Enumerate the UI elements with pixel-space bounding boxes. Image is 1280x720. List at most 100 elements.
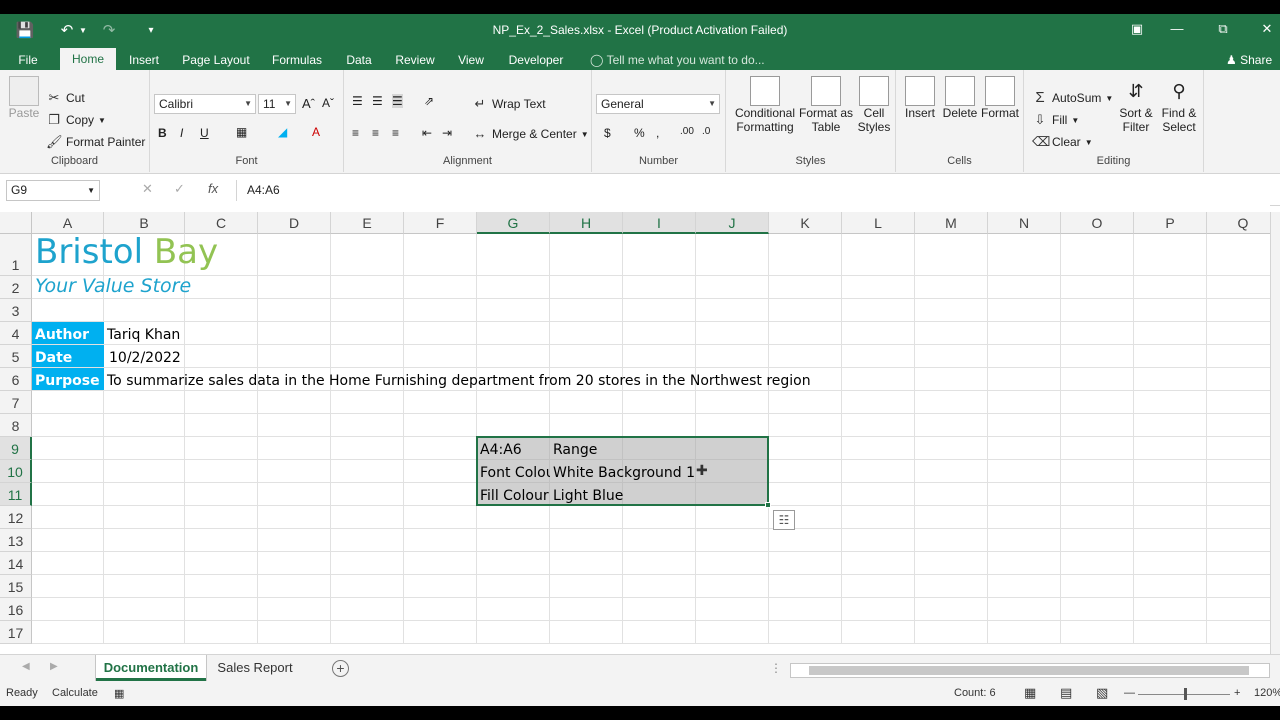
font-color-icon[interactable]: A: [312, 125, 320, 139]
tell-me-search[interactable]: ◯ Tell me what you want to do...: [590, 50, 765, 70]
orientation-icon[interactable]: ⇗: [424, 94, 434, 108]
row-header-13[interactable]: 13: [0, 529, 32, 552]
wrap-text-button[interactable]: ↵ Wrap Text: [472, 96, 546, 112]
column-header-q[interactable]: Q: [1207, 212, 1270, 234]
macro-record-icon[interactable]: ▦: [114, 687, 124, 700]
cell-h10[interactable]: White Background 1: [550, 460, 769, 482]
cell-styles-button[interactable]: Cell Styles: [854, 76, 894, 134]
zoom-slider-thumb[interactable]: [1184, 688, 1187, 700]
tab-home[interactable]: Home: [60, 48, 116, 70]
increase-decimal-icon[interactable]: .00: [680, 126, 694, 137]
column-header-i[interactable]: I: [623, 212, 696, 234]
cell-h9[interactable]: Range: [550, 437, 769, 459]
formula-input[interactable]: A4:A6: [236, 180, 1276, 201]
column-header-a[interactable]: A: [32, 212, 104, 234]
tab-view[interactable]: View: [450, 50, 492, 70]
column-header-n[interactable]: N: [988, 212, 1061, 234]
cell-b6-purpose[interactable]: To summarize sales data in the Home Furn…: [104, 368, 1004, 390]
row-header-7[interactable]: 7: [0, 391, 32, 414]
cancel-icon[interactable]: ✕: [142, 181, 153, 197]
tab-file[interactable]: File: [8, 50, 48, 70]
cell-a6-purpose-label[interactable]: Purpose: [32, 368, 104, 390]
scroll-right-icon[interactable]: ▶: [50, 661, 58, 672]
increase-font-icon[interactable]: Aˆ: [302, 96, 315, 111]
column-header-j[interactable]: J: [696, 212, 769, 234]
clear-button[interactable]: ⌫ Clear ▼: [1032, 134, 1093, 150]
column-header-m[interactable]: M: [915, 212, 988, 234]
tab-insert[interactable]: Insert: [122, 50, 166, 70]
scrollbar-thumb[interactable]: [809, 666, 1249, 675]
percent-icon[interactable]: %: [634, 126, 645, 140]
row-header-16[interactable]: 16: [0, 598, 32, 621]
cell-a2-subtitle[interactable]: Your Value Store: [32, 276, 932, 298]
cut-button[interactable]: ✂ Cut: [46, 90, 85, 106]
normal-view-icon[interactable]: ▦: [1024, 685, 1036, 701]
calculate-button[interactable]: Calculate: [52, 687, 98, 699]
decrease-decimal-icon[interactable]: .0: [702, 126, 710, 137]
cell-g9[interactable]: A4:A6: [477, 437, 550, 459]
row-header-17[interactable]: 17: [0, 621, 32, 644]
row-header-12[interactable]: 12: [0, 506, 32, 529]
underline-button[interactable]: U: [200, 126, 209, 140]
font-name-dropdown[interactable]: Calibri ▼: [154, 94, 256, 114]
cell-h11[interactable]: Light Blue: [550, 483, 769, 505]
ribbon-display-icon[interactable]: ▣: [1126, 21, 1148, 39]
cell-b4-author[interactable]: Tariq Khan: [104, 322, 1004, 344]
sheet-tab-documentation[interactable]: Documentation: [96, 655, 206, 681]
delete-cells-button[interactable]: Delete: [940, 76, 980, 120]
name-box[interactable]: G9 ▼: [6, 180, 100, 201]
fill-color-icon[interactable]: ◢: [278, 125, 287, 139]
column-header-l[interactable]: L: [842, 212, 915, 234]
copy-button[interactable]: ❐ Copy ▼: [46, 112, 106, 128]
row-header-5[interactable]: 5: [0, 345, 32, 368]
decrease-font-icon[interactable]: Aˇ: [322, 96, 334, 110]
share-button[interactable]: ♟ Share: [1226, 50, 1272, 70]
align-top-icon[interactable]: ☰: [352, 94, 363, 108]
tab-formulas[interactable]: Formulas: [266, 50, 328, 70]
row-header-11[interactable]: 11: [0, 483, 32, 506]
align-left-icon[interactable]: ≡: [352, 126, 359, 140]
cell-a5-date-label[interactable]: Date: [32, 345, 104, 367]
row-header-10[interactable]: 10: [0, 460, 32, 483]
tab-review[interactable]: Review: [390, 50, 440, 70]
column-header-e[interactable]: E: [331, 212, 404, 234]
enter-icon[interactable]: ✓: [174, 181, 185, 197]
currency-icon[interactable]: $: [604, 126, 611, 140]
sort-filter-button[interactable]: ⇵ Sort & Filter: [1116, 76, 1156, 134]
column-header-g[interactable]: G: [477, 212, 550, 234]
minimize-icon[interactable]: —: [1166, 21, 1188, 39]
scroll-left-icon[interactable]: ◀: [22, 661, 30, 672]
paste-button[interactable]: Paste: [6, 76, 42, 120]
row-header-9[interactable]: 9: [0, 437, 32, 460]
tab-data[interactable]: Data: [338, 50, 380, 70]
cell-g11[interactable]: Fill Colour: [477, 483, 550, 505]
cell-a1-title[interactable]: Bristol Bay: [32, 234, 332, 275]
column-header-o[interactable]: O: [1061, 212, 1134, 234]
add-sheet-icon[interactable]: +: [332, 660, 349, 677]
align-center-icon[interactable]: ≡: [372, 126, 379, 140]
bold-button[interactable]: B: [158, 126, 167, 140]
select-all-corner[interactable]: [0, 212, 32, 234]
comma-icon[interactable]: ,: [656, 126, 659, 140]
align-middle-icon[interactable]: ☰: [372, 94, 383, 108]
column-header-b[interactable]: B: [104, 212, 185, 234]
fill-button[interactable]: ⇩ Fill ▼: [1032, 112, 1080, 128]
close-icon[interactable]: ✕: [1256, 21, 1278, 39]
horizontal-scrollbar[interactable]: [790, 663, 1270, 678]
page-break-view-icon[interactable]: ▧: [1096, 685, 1108, 701]
format-painter-button[interactable]: 🖌 Format Painter: [46, 134, 145, 150]
increase-indent-icon[interactable]: ⇥: [442, 126, 452, 140]
cell-g10[interactable]: Font Colour: [477, 460, 550, 482]
align-bottom-icon[interactable]: ☰: [392, 94, 403, 108]
tab-developer[interactable]: Developer: [502, 50, 570, 70]
conditional-formatting-button[interactable]: Conditional Formatting: [730, 76, 800, 134]
column-header-p[interactable]: P: [1134, 212, 1207, 234]
restore-icon[interactable]: ⧉: [1212, 21, 1234, 39]
align-right-icon[interactable]: ≡: [392, 126, 399, 140]
zoom-out-icon[interactable]: —: [1124, 687, 1135, 699]
worksheet-grid[interactable]: A B C D E F G H I J K L M N O P Q 1 2 3 4 5 6 7 8 9 10 11 12 13 14 15 16…: [0, 202, 1270, 654]
row-header-8[interactable]: 8: [0, 414, 32, 437]
insert-function-icon[interactable]: fx: [208, 181, 218, 196]
quick-analysis-icon[interactable]: ☷: [773, 510, 795, 530]
column-header-h[interactable]: H: [550, 212, 623, 234]
